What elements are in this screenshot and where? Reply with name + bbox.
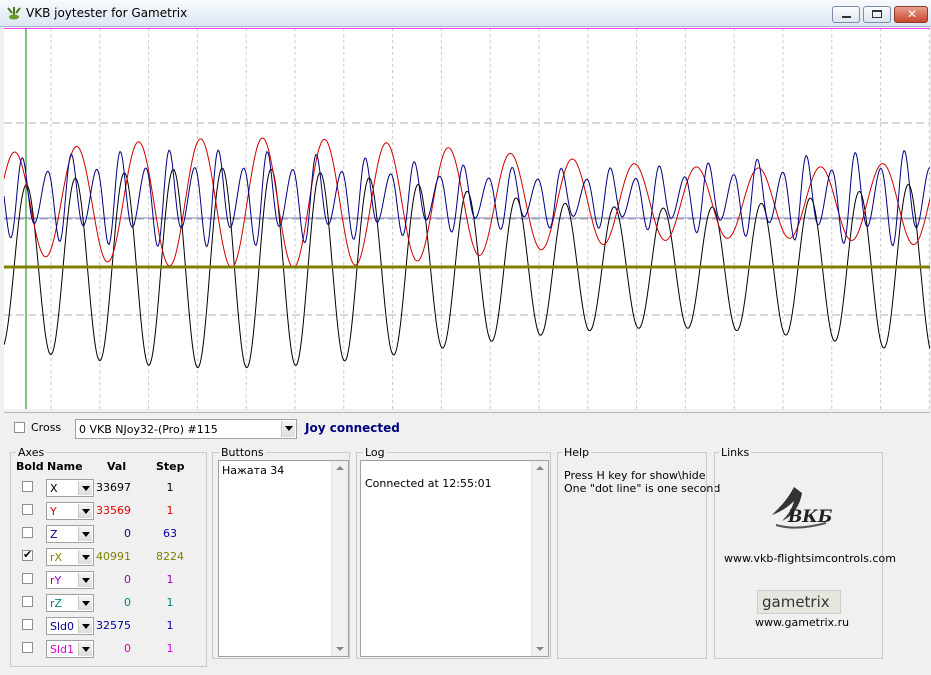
cross-label: Cross <box>31 421 62 434</box>
cross-checkbox[interactable] <box>14 422 25 433</box>
minimize-icon <box>842 16 851 18</box>
axis-step: 1 <box>166 596 174 609</box>
axis-name-value: Y <box>50 505 57 518</box>
buttons-list[interactable]: Нажата 34 <box>218 460 349 657</box>
maximize-button[interactable] <box>863 6 891 23</box>
axis-value: 33697 <box>96 481 131 494</box>
axes-group-label: Axes <box>16 446 47 459</box>
log-scrollbar[interactable] <box>531 461 548 656</box>
axis-name-value: Sld0 <box>50 620 75 633</box>
buttons-pressed-text: Нажата 34 <box>222 464 285 477</box>
chevron-down-icon <box>281 421 295 437</box>
log-text-area[interactable]: Connected at 12:55:01 <box>360 460 549 657</box>
help-line-2: One "dot line" is one second <box>564 482 721 495</box>
links-group-label: Links <box>719 446 752 459</box>
axis-bold-checkbox[interactable] <box>22 548 33 561</box>
axis-bold-checkbox[interactable] <box>22 527 33 538</box>
gametrix-link[interactable]: www.gametrix.ru <box>755 616 849 629</box>
help-line-1: Press H key for show\hide <box>564 469 706 482</box>
device-select-value: 0 VKB NJoy32-(Pro) #115 <box>79 423 218 436</box>
axis-bold-checkbox[interactable] <box>22 596 33 607</box>
axis-bold-checkbox[interactable] <box>22 573 33 584</box>
control-panel: Cross 0 VKB NJoy32-(Pro) #115 Joy connec… <box>4 412 930 675</box>
axis-value: 0 <box>124 573 131 586</box>
title-bar: VKB joytester for Gametrix ✕ <box>0 0 931 27</box>
connection-status: Joy connected <box>305 421 400 435</box>
maximize-icon <box>872 10 882 18</box>
trace-y-axis <box>4 137 930 269</box>
name-header: Name <box>47 460 83 473</box>
log-group-label: Log <box>363 446 387 459</box>
axis-bold-checkbox[interactable] <box>22 481 33 492</box>
axis-step: 1 <box>166 504 174 517</box>
axes-graph <box>4 28 930 409</box>
vkb-logo[interactable]: ВКБ <box>766 485 838 537</box>
axis-name-value: Z <box>50 528 58 541</box>
window-title: VKB joytester for Gametrix <box>26 6 188 20</box>
axis-bold-checkbox[interactable] <box>22 619 33 630</box>
vkb-link[interactable]: www.vkb-flightsimcontrols.com <box>724 552 896 565</box>
device-select[interactable]: 0 VKB NJoy32-(Pro) #115 <box>75 419 297 439</box>
axis-step: 63 <box>163 527 177 540</box>
axis-step: 1 <box>166 481 174 494</box>
close-button[interactable]: ✕ <box>894 6 928 23</box>
axis-name-value: X <box>50 482 58 495</box>
joystick-app-icon <box>7 7 21 20</box>
axis-step: 8224 <box>156 550 184 563</box>
axis-value: 0 <box>124 527 131 540</box>
axis-bold-checkbox[interactable] <box>22 504 33 515</box>
buttons-scrollbar[interactable] <box>331 461 348 656</box>
scroll-up-icon <box>536 466 544 470</box>
scroll-down-icon <box>336 647 344 651</box>
axis-value: 33569 <box>96 504 131 517</box>
axis-name-value: rZ <box>50 597 63 610</box>
close-icon: ✕ <box>907 7 918 21</box>
gametrix-logo[interactable]: gametrix <box>757 590 841 614</box>
scroll-up-icon <box>336 466 344 470</box>
help-group-label: Help <box>562 446 592 459</box>
axis-name-value: Sld1 <box>50 643 75 656</box>
axis-step: 1 <box>166 642 174 655</box>
step-header: Step <box>156 460 185 473</box>
axis-value: 0 <box>124 642 131 655</box>
minimize-button[interactable] <box>832 6 860 23</box>
axis-value: 32575 <box>96 619 131 632</box>
buttons-group-label: Buttons <box>219 446 266 459</box>
trace-z-axis <box>4 149 930 248</box>
log-text: Connected at 12:55:01 <box>365 477 492 490</box>
axis-step: 1 <box>166 619 174 632</box>
gametrix-logo-text: gametrix <box>762 593 830 611</box>
scroll-down-icon <box>536 647 544 651</box>
axis-value: 40991 <box>96 550 131 563</box>
axis-bold-checkbox[interactable] <box>22 642 33 653</box>
vkb-logo-text: ВКБ <box>788 507 833 527</box>
axis-step: 1 <box>166 573 174 586</box>
val-header: Val <box>107 460 127 473</box>
axis-name-value: rY <box>50 574 62 587</box>
axis-name-value: rX <box>50 551 63 564</box>
axis-value: 0 <box>124 596 131 609</box>
bold-header: Bold <box>16 460 44 473</box>
